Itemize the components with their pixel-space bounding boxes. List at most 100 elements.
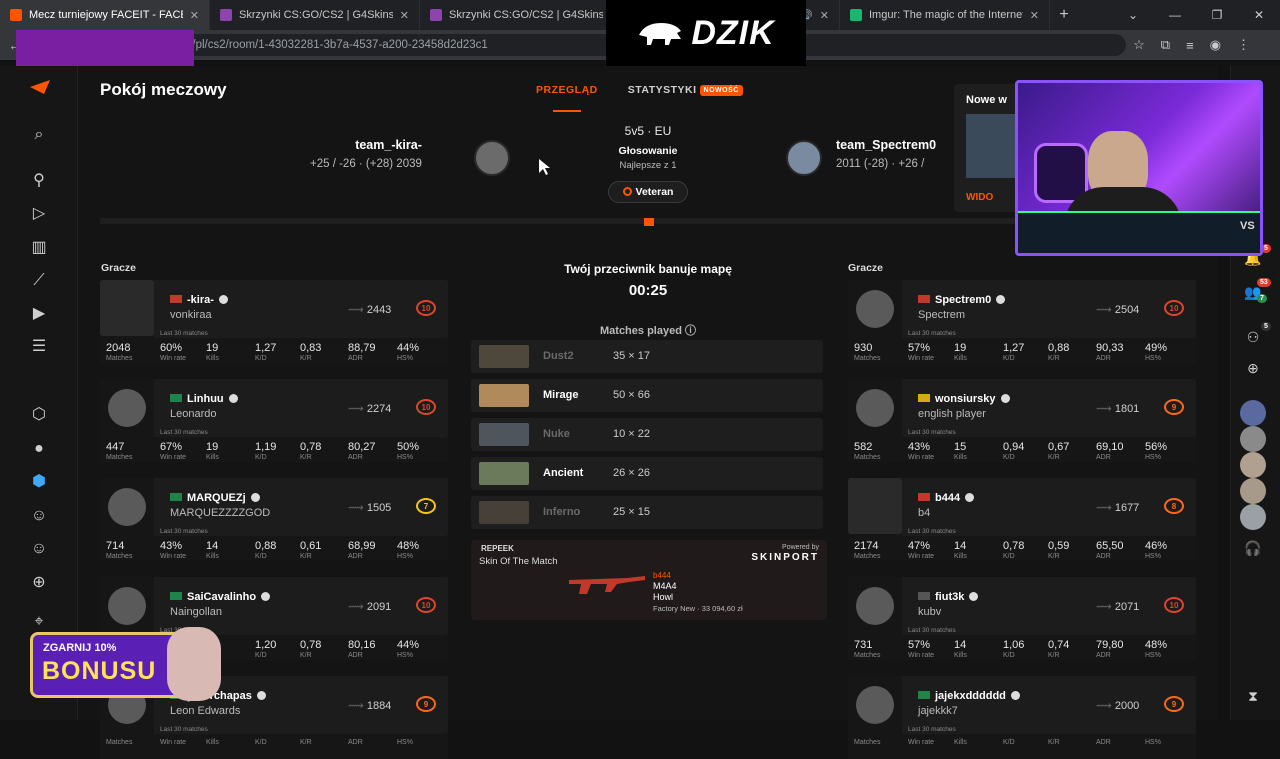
organizer-icon[interactable]: ⬢ [27, 471, 51, 493]
map-name: Dust2 [543, 350, 574, 362]
browser-tab[interactable]: Imgur: The magic of the Internet ✕ [840, 0, 1050, 30]
faceit-logo-icon[interactable] [30, 80, 50, 94]
search-icon[interactable]: ⌕ [27, 124, 51, 146]
close-tab-icon[interactable]: ✕ [400, 9, 409, 22]
player-name[interactable]: MARQUEZj [170, 492, 260, 504]
add-icon[interactable]: ⊕ [27, 572, 51, 594]
stat-value: 2048 [106, 342, 131, 354]
player-avatar[interactable] [856, 389, 894, 427]
info-icon[interactable]: ⓘ [685, 325, 696, 337]
stat-label: HS% [397, 355, 413, 362]
online-badge: 7 [1257, 294, 1267, 303]
player-avatar[interactable] [856, 686, 894, 724]
tab-overview[interactable]: PRZEGLĄD [536, 84, 598, 112]
tab-search-icon[interactable]: ⌄ [1112, 0, 1154, 30]
new-tab-button[interactable]: + [1050, 6, 1078, 24]
player-card[interactable]: jajekxdddddd jajekkk7 2000 9 Last 30 matches… [848, 676, 1196, 759]
player-card[interactable]: wonsiursky english player 1801 9 Last 30 mat… [848, 379, 1196, 462]
party-icon[interactable]: ⚇ [1241, 329, 1265, 346]
map-row[interactable]: Dust2 35 × 17 [471, 340, 823, 373]
add-friend-icon[interactable]: ⊕ [1241, 360, 1265, 377]
player-card[interactable]: fiut3k kubv 2071 10 Last 30 matches 731Matche… [848, 577, 1196, 660]
browser-tab[interactable]: Skrzynki CS:GO/CS2 | G4Skins ✕ [420, 0, 630, 30]
support-headset-icon[interactable]: 🎧 [1241, 540, 1265, 557]
close-tab-icon[interactable]: ✕ [1030, 9, 1039, 22]
stat-label: K/D [1003, 739, 1015, 746]
player-avatar[interactable] [108, 389, 146, 427]
close-tab-icon[interactable]: ✕ [820, 9, 829, 22]
window-controls: ⌄ — ❐ ✕ [1112, 0, 1280, 30]
player-card[interactable]: b444 b4 1677 8 Last 30 matches 2174Matches 47%… [848, 478, 1196, 561]
bookmark-star-icon[interactable]: ☆ [1133, 37, 1145, 53]
browser-tab[interactable]: Skrzynki CS:GO/CS2 | G4Skins C ✕ [210, 0, 420, 30]
player-name[interactable]: fiut3k [918, 591, 979, 603]
menu-icon[interactable]: ⋮ [1237, 37, 1250, 53]
stat-label: ADR [1096, 553, 1111, 560]
player-name[interactable]: wonsiursky [918, 393, 1010, 405]
chat-icon[interactable]: ⧗ [1241, 688, 1265, 705]
skinport-logo[interactable]: SKINPORT [751, 552, 819, 563]
player-name[interactable]: jajekxdddddd [918, 690, 1020, 702]
player-name[interactable]: b444 [918, 492, 975, 504]
player-avatar[interactable] [856, 290, 894, 328]
player-avatar[interactable] [100, 280, 154, 336]
friend-avatar[interactable] [1240, 452, 1266, 478]
player-card[interactable]: Spectrem0 Spectrem 2504 10 Last 30 matches 93… [848, 280, 1196, 363]
map-row[interactable]: Ancient 26 × 26 [471, 457, 823, 490]
matches-played-label: Matches played ⓘ [471, 322, 825, 338]
team-right-avatar[interactable] [786, 140, 822, 176]
club-icon[interactable]: ● [27, 438, 51, 460]
team-right-name[interactable]: team_Spectrem0 [836, 138, 936, 152]
stat-label: Win rate [908, 454, 935, 461]
map-row[interactable]: Nuke 10 × 22 [471, 418, 823, 451]
friend-avatar[interactable] [1240, 478, 1266, 504]
leaderboard-icon[interactable]: ▥ [27, 237, 51, 259]
friend-avatar[interactable]: ☺ [27, 505, 51, 527]
stat-label: K/D [255, 739, 267, 746]
player-card[interactable]: -kira-vonkiraa244310Last 30 matches2048M… [100, 280, 448, 363]
play-icon[interactable]: ▷ [27, 203, 51, 225]
player-card[interactable]: Linhuu Leonardo 2274 10 Last 30 matches 447Ma… [100, 379, 448, 462]
player-card[interactable]: MARQUEZj MARQUEZZZZGOD 1505 7 Last 30 matche… [100, 478, 448, 561]
profile-icon[interactable]: ◉ [1210, 37, 1221, 53]
watch-link[interactable]: WIDO [966, 192, 993, 203]
watch-icon[interactable]: ▶ [27, 303, 51, 325]
friend-avatar[interactable] [1240, 504, 1266, 530]
media-icon[interactable]: ≡ [1186, 38, 1194, 53]
video-thumbnail[interactable] [966, 114, 1016, 178]
player-name[interactable]: Linhuu [170, 393, 238, 405]
tab-stats[interactable]: STATYSTYKI NOWOŚĆ [628, 84, 743, 112]
player-name[interactable]: SaiCavalinho [170, 591, 271, 603]
map-row[interactable]: Mirage 50 × 66 [471, 379, 823, 412]
friend-avatar[interactable]: ☺ [27, 538, 51, 560]
bonus-promo-banner[interactable]: ZGARNIJ 10% BONUSU [30, 627, 221, 701]
stat-matches: Matches [106, 738, 132, 746]
browser-tab[interactable]: Mecz turniejowy FACEIT - FACEIT ✕ [0, 0, 210, 30]
player-avatar[interactable] [856, 587, 894, 625]
player-avatar[interactable] [848, 478, 902, 534]
feed-icon[interactable]: ☰ [27, 336, 51, 358]
friend-avatar[interactable] [1240, 426, 1266, 452]
skill-level-icon: 9 [1164, 399, 1184, 415]
player-name[interactable]: -kira- [170, 294, 228, 306]
stats-icon[interactable]: ⟋ [27, 270, 51, 292]
player-elo: 1505 [348, 501, 391, 514]
maximize-icon[interactable]: ❐ [1196, 0, 1238, 30]
find-players-icon[interactable]: ⚲ [27, 170, 51, 192]
expand-icon[interactable]: ⌖ [27, 611, 51, 633]
map-row[interactable]: Inferno 25 × 15 [471, 496, 823, 529]
stat-winrate: 47% Win rate [908, 540, 934, 560]
skin-of-the-match[interactable]: REPEEK Skin Of The Match Powered by SKINP… [471, 540, 827, 620]
hub-icon[interactable]: ⬡ [27, 404, 51, 426]
stat-hs: 56% HS% [1145, 441, 1167, 461]
team-left-avatar[interactable] [474, 140, 510, 176]
friend-avatar[interactable] [1240, 400, 1266, 426]
close-window-icon[interactable]: ✕ [1238, 0, 1280, 30]
close-tab-icon[interactable]: ✕ [190, 9, 199, 22]
player-avatar[interactable] [108, 587, 146, 625]
extensions-icon[interactable]: ⧉ [1161, 37, 1170, 53]
minimize-icon[interactable]: — [1154, 0, 1196, 30]
player-avatar[interactable] [108, 488, 146, 526]
team-left-name[interactable]: team_-kira- [310, 138, 422, 152]
player-name[interactable]: Spectrem0 [918, 294, 1006, 306]
